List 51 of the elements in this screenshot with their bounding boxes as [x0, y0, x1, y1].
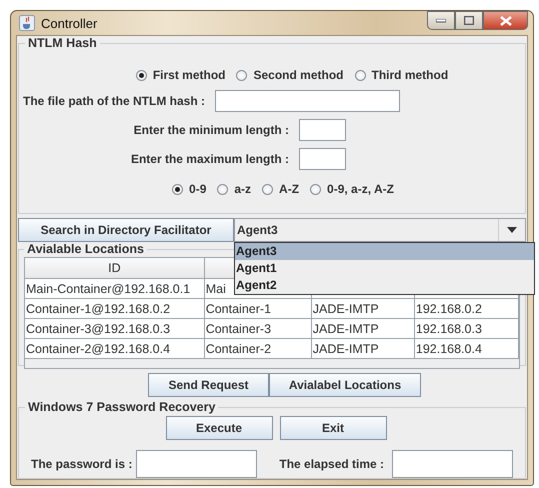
panel-title: Avialable Locations — [26, 242, 145, 256]
caret-icon — [507, 227, 517, 233]
charset-radio[interactable]: A-Z — [262, 182, 300, 196]
action-button[interactable]: Execute — [166, 416, 272, 440]
action-button[interactable]: Exit — [280, 416, 386, 440]
table-cell: Main-Container@192.168.0.1 — [25, 279, 205, 298]
input-field[interactable] — [299, 118, 346, 140]
table-cell: Container-3 — [204, 319, 312, 338]
panel-title: NTLM Hash — [27, 36, 98, 50]
field-label: Enter the maximum length : — [130, 152, 289, 166]
action-button[interactable]: Send Request — [148, 373, 269, 397]
table-cell: Container-3@192.168.0.3 — [25, 319, 205, 338]
method-radio[interactable]: First method — [136, 68, 226, 82]
table-cell: Container-2@192.168.0.4 — [25, 339, 205, 358]
close-icon — [500, 16, 512, 26]
dropdown-option[interactable]: Agent3 — [235, 243, 534, 260]
agent-dropdown[interactable]: Agent3 — [234, 218, 526, 242]
output-field[interactable] — [392, 450, 514, 478]
table-cell: 192.168.0.4 — [414, 339, 519, 358]
table-cell: 192.168.0.2 — [414, 299, 519, 318]
field-label: Enter the minimum length : — [134, 122, 289, 136]
input-field[interactable] — [299, 148, 346, 170]
table-cell: Container-2 — [204, 339, 312, 358]
charset-radio[interactable]: 0-9, a-z, A-Z — [310, 182, 394, 196]
method-radio[interactable]: Second method — [236, 68, 344, 82]
table-cell: JADE-IMTP — [312, 339, 415, 358]
action-button[interactable]: Avialabel Locations — [269, 373, 421, 397]
window-title: Controller — [41, 16, 98, 30]
field-label: The password is : — [31, 457, 132, 471]
dropdown-option[interactable]: Agent1 — [235, 260, 534, 277]
charset-radio[interactable]: 0-9 — [172, 182, 206, 196]
table-cell: JADE-IMTP — [312, 319, 415, 338]
cup-icon — [19, 15, 35, 31]
search-button[interactable]: Search in Directory Facilitator — [18, 218, 234, 242]
output-field[interactable] — [136, 450, 258, 478]
field-label: The file path of the NTLM hash : — [23, 94, 205, 108]
maximize-icon — [464, 16, 474, 25]
table-cell: JADE-IMTP — [312, 299, 415, 318]
method-radio[interactable]: Third method — [354, 68, 448, 82]
minimize-icon — [436, 18, 446, 22]
table-cell: Container-1 — [204, 299, 312, 318]
minimize-button[interactable] — [427, 11, 455, 30]
panel-title: Windows 7 Password Recovery — [27, 400, 216, 414]
table-cell: Container-1@192.168.0.2 — [25, 299, 205, 318]
table-cell: 192.168.0.3 — [414, 319, 519, 338]
maximize-button[interactable] — [455, 11, 483, 30]
charset-radio[interactable]: a-z — [217, 182, 252, 196]
field-label: The elapsed time : — [279, 457, 384, 471]
close-button[interactable] — [483, 11, 528, 30]
column-header[interactable]: ID — [25, 258, 205, 278]
input-field[interactable] — [215, 90, 400, 112]
